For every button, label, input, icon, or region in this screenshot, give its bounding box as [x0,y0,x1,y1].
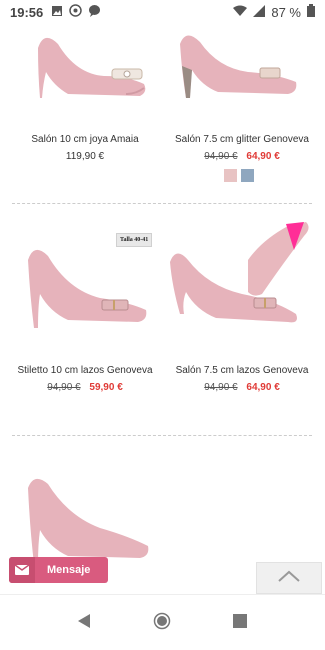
product-price: 119,90 € [4,151,166,162]
product-price: 94,90 € 59,90 € [4,382,166,393]
navigation-bar [0,594,325,650]
product-name[interactable]: Salón 10 cm joya Amaia [4,134,166,145]
scroll-top-button[interactable] [256,562,322,594]
product-image[interactable] [16,24,151,104]
mail-icon [9,557,35,583]
battery-icon [307,4,315,20]
old-price: 94,90 € [47,382,81,393]
sale-price: 59,90 € [89,382,123,393]
product-name[interactable]: Salón 7.5 cm glitter Genoveva [161,134,323,145]
recents-icon [233,613,247,633]
color-swatch-blue[interactable] [241,169,254,182]
back-icon [77,613,91,634]
whatsapp-icon [69,4,82,20]
image-icon [51,5,63,20]
home-button[interactable] [152,612,172,635]
wifi-icon [233,5,248,20]
old-price: 94,90 € [204,382,238,393]
product-image[interactable] [18,236,150,328]
chat-icon [88,4,101,20]
product-price: 94,90 € 64,90 € [161,382,323,393]
message-label: Mensaje [47,564,91,576]
product-image[interactable] [168,26,303,104]
battery-text: 87 % [271,4,301,20]
recents-button[interactable] [230,613,250,633]
status-time: 19:56 [10,4,44,20]
product-name[interactable]: Stiletto 10 cm lazos Genoveva [4,365,166,376]
sale-price: 64,90 € [246,151,280,162]
message-button[interactable]: Mensaje [9,557,108,583]
old-price: 94,90 € [204,151,238,162]
status-bar: 19:56 87 % [0,0,325,24]
sale-price: 64,90 € [246,382,280,393]
home-icon [153,612,171,635]
product-image[interactable] [166,222,311,330]
divider [12,435,312,436]
back-button[interactable] [74,613,94,633]
product-price: 94,90 € 64,90 € [161,151,323,162]
price: 119,90 € [65,151,105,162]
product-name[interactable]: Salón 7.5 cm lazos Genoveva [161,365,323,376]
product-image[interactable] [20,468,155,568]
signal-icon [253,4,266,20]
divider [12,203,312,204]
color-swatch-pink[interactable] [224,169,237,182]
chevron-up-icon [278,569,300,587]
size-badge: Talla 40-41 [116,233,153,247]
